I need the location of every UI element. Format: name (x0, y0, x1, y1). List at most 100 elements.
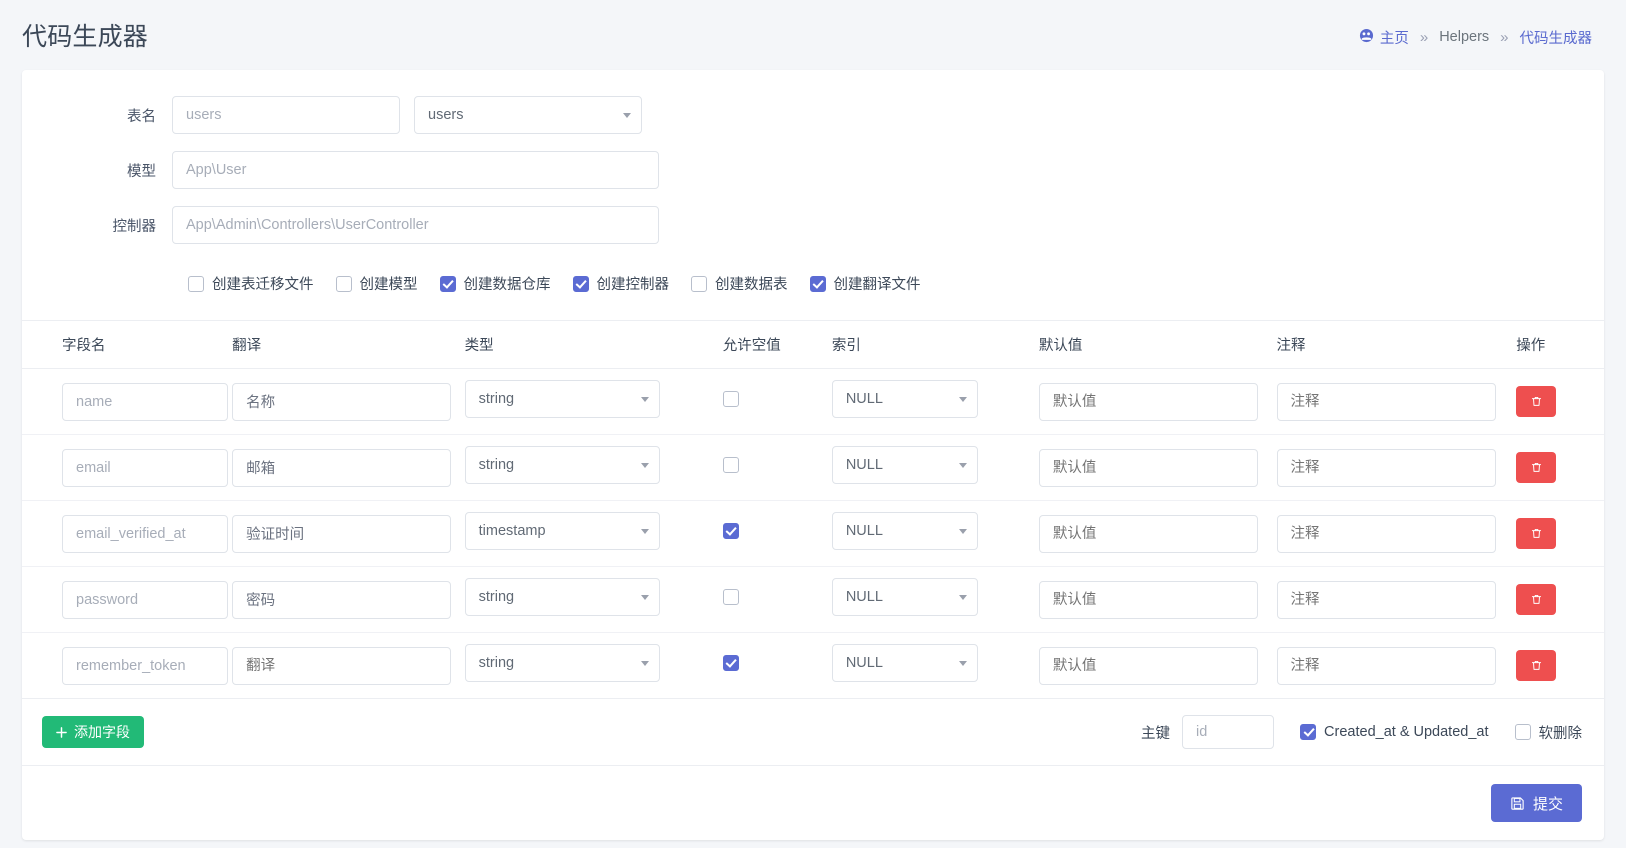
option-label: 创建数据仓库 (464, 273, 551, 294)
trash-icon (1530, 593, 1543, 606)
fields-table: 字段名 翻译 类型 允许空值 索引 默认值 注释 操作 stringNULLst… (22, 320, 1604, 699)
field-translation-input[interactable] (232, 515, 451, 553)
timestamps-checkbox-box[interactable] (1300, 724, 1316, 740)
add-field-button[interactable]: 添加字段 (42, 716, 144, 748)
field-type-value[interactable]: string (465, 446, 660, 484)
footer-settings: 主键 Created_at & Updated_at 软删除 (1141, 715, 1582, 749)
field-index-select[interactable]: NULL (832, 644, 978, 682)
soft-delete-checkbox-box[interactable] (1515, 724, 1531, 740)
submit-button[interactable]: 提交 (1491, 784, 1582, 822)
field-type-value[interactable]: string (465, 380, 660, 418)
field-translation-input[interactable] (232, 581, 451, 619)
field-type-value[interactable]: string (465, 578, 660, 616)
option-checkbox-0[interactable]: 创建表迁移文件 (188, 273, 314, 294)
table-select-value[interactable]: users (414, 96, 642, 134)
option-checkbox-4[interactable]: 创建数据表 (691, 273, 788, 294)
field-type-select[interactable]: string (465, 644, 660, 682)
field-default-input[interactable] (1039, 647, 1258, 685)
field-comment-input[interactable] (1277, 515, 1496, 553)
option-checkbox-box[interactable] (188, 276, 204, 292)
delete-row-button[interactable] (1516, 650, 1556, 681)
field-translation-input[interactable] (232, 449, 451, 487)
field-default-input[interactable] (1039, 449, 1258, 487)
field-nullable-checkbox[interactable] (723, 457, 739, 473)
option-label: 创建控制器 (597, 273, 670, 294)
field-type-value[interactable]: string (465, 644, 660, 682)
field-index-select[interactable]: NULL (832, 380, 978, 418)
page-header: 代码生成器 主页 » Helpers » 代码生成器 (0, 0, 1626, 70)
field-index-value[interactable]: NULL (832, 380, 978, 418)
field-type-select[interactable]: string (465, 578, 660, 616)
soft-delete-label: 软删除 (1539, 722, 1583, 743)
field-translation-input[interactable] (232, 383, 451, 421)
field-translation-input[interactable] (232, 647, 451, 685)
field-comment-input[interactable] (1277, 581, 1496, 619)
field-name-input[interactable] (62, 515, 228, 553)
field-index-select[interactable]: NULL (832, 512, 978, 550)
field-comment-input[interactable] (1277, 449, 1496, 487)
field-comment-input[interactable] (1277, 383, 1496, 421)
th-translation: 翻译 (232, 321, 465, 369)
delete-row-button[interactable] (1516, 452, 1556, 483)
timestamps-checkbox[interactable]: Created_at & Updated_at (1300, 724, 1488, 740)
field-default-input[interactable] (1039, 515, 1258, 553)
option-label: 创建表迁移文件 (212, 273, 314, 294)
delete-row-button[interactable] (1516, 386, 1556, 417)
field-type-select[interactable]: string (465, 380, 660, 418)
field-type-select[interactable]: timestamp (465, 512, 660, 550)
field-index-select[interactable]: NULL (832, 446, 978, 484)
th-field-name: 字段名 (22, 321, 232, 369)
option-label: 创建模型 (360, 273, 418, 294)
trash-icon (1530, 461, 1543, 474)
field-name-input[interactable] (62, 581, 228, 619)
option-checkbox-3[interactable]: 创建控制器 (573, 273, 670, 294)
model-input[interactable] (172, 151, 659, 189)
delete-row-button[interactable] (1516, 518, 1556, 549)
field-index-value[interactable]: NULL (832, 446, 978, 484)
controller-input[interactable] (172, 206, 659, 244)
field-nullable-checkbox[interactable] (723, 391, 739, 407)
table-row: string NULL (22, 435, 1604, 501)
generator-form: 表名 users 模型 控制器 创建表迁移文件创建模型创建数据仓库创建控制器创建… (22, 70, 1604, 320)
soft-delete-checkbox[interactable]: 软删除 (1515, 722, 1583, 743)
field-index-value[interactable]: NULL (832, 644, 978, 682)
option-checkbox-box[interactable] (573, 276, 589, 292)
breadcrumb-helpers[interactable]: Helpers (1439, 29, 1489, 45)
field-name-input[interactable] (62, 383, 228, 421)
field-nullable-checkbox[interactable] (723, 523, 739, 539)
option-checkbox-2[interactable]: 创建数据仓库 (440, 273, 551, 294)
th-type: 类型 (465, 321, 723, 369)
option-checkbox-5[interactable]: 创建翻译文件 (810, 273, 921, 294)
option-checkbox-box[interactable] (810, 276, 826, 292)
table-name-input[interactable] (172, 96, 400, 134)
plus-icon (56, 727, 67, 738)
breadcrumb-current: 代码生成器 (1520, 27, 1593, 48)
field-default-input[interactable] (1039, 383, 1258, 421)
primary-key-label: 主键 (1141, 722, 1170, 743)
field-name-input[interactable] (62, 449, 228, 487)
breadcrumb: 主页 » Helpers » 代码生成器 (1359, 27, 1592, 48)
option-checkbox-box[interactable] (691, 276, 707, 292)
delete-row-button[interactable] (1516, 584, 1556, 615)
th-default: 默认值 (1039, 321, 1277, 369)
model-row: 模型 (42, 151, 1584, 189)
option-checkbox-1[interactable]: 创建模型 (336, 273, 418, 294)
field-index-select[interactable]: NULL (832, 578, 978, 616)
option-checkbox-box[interactable] (440, 276, 456, 292)
fields-table-body: string NULL string NULL timestamp NULL string N… (22, 369, 1604, 699)
field-type-value[interactable]: timestamp (465, 512, 660, 550)
field-default-input[interactable] (1039, 581, 1258, 619)
field-nullable-checkbox[interactable] (723, 589, 739, 605)
table-select[interactable]: users (414, 96, 642, 134)
breadcrumb-home[interactable]: 主页 (1380, 27, 1409, 48)
field-type-select[interactable]: string (465, 446, 660, 484)
trash-icon (1530, 395, 1543, 408)
field-nullable-checkbox[interactable] (723, 655, 739, 671)
primary-key-input[interactable] (1182, 715, 1274, 749)
th-index: 索引 (832, 321, 1039, 369)
field-index-value[interactable]: NULL (832, 512, 978, 550)
field-index-value[interactable]: NULL (832, 578, 978, 616)
field-comment-input[interactable] (1277, 647, 1496, 685)
field-name-input[interactable] (62, 647, 228, 685)
option-checkbox-box[interactable] (336, 276, 352, 292)
